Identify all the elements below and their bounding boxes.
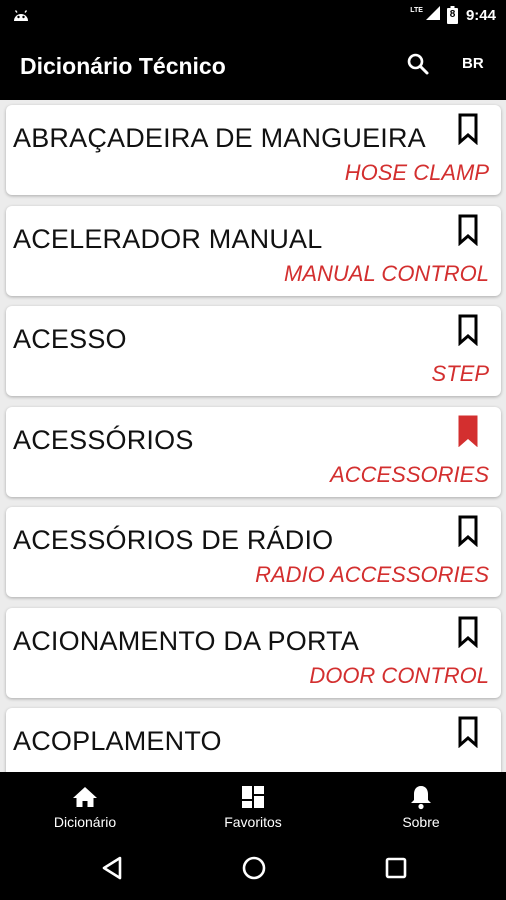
entry-term: ACOPLAMENTO	[13, 726, 222, 756]
nav-item-sobre[interactable]: Sobre	[371, 772, 471, 838]
entry-term: ACESSO	[13, 324, 127, 354]
home-circle-icon	[242, 856, 266, 885]
entry-term: ACIONAMENTO DA PORTA	[13, 625, 360, 656]
bottom-navigation: Dicionário Favoritos Sobre	[0, 772, 506, 838]
nav-label-dicionario: Dicionário	[53, 814, 117, 830]
back-triangle-icon	[101, 856, 123, 885]
entry-card[interactable]: ACESSÓRIOS DE RÁDIO RADIO ACCESSORIES	[6, 507, 501, 597]
nav-item-dicionario[interactable]: Dicionário	[35, 772, 135, 838]
bookmark-outline-icon[interactable]	[458, 214, 478, 246]
signal-icon	[425, 5, 441, 26]
nav-item-favoritos[interactable]: Favoritos	[203, 772, 303, 838]
android-icon	[12, 7, 30, 28]
home-icon	[72, 784, 98, 810]
network-type-label: LTE	[410, 6, 423, 14]
entry-term: ABRAÇADEIRA DE MANGUEIRA	[13, 123, 426, 153]
nav-label-favoritos: Favoritos	[224, 814, 282, 830]
clock: 9:44	[465, 6, 496, 24]
home-button[interactable]	[240, 856, 268, 884]
bookmark-outline-icon[interactable]	[458, 616, 478, 648]
bell-icon	[409, 784, 433, 810]
entry-translation: ACCESSORIES	[330, 461, 489, 487]
entry-translation: MANUAL CONTROL	[284, 260, 489, 286]
bookmark-filled-icon[interactable]	[458, 415, 478, 447]
bookmark-outline-icon[interactable]	[458, 515, 478, 548]
entry-card[interactable]: ACELERADOR MANUAL MANUAL CONTROL	[6, 205, 501, 296]
language-button[interactable]: BR	[462, 55, 484, 72]
dictionary-list[interactable]: ABRAÇADEIRA DE MANGUEIRA HOSE CLAMP ACELER…	[0, 100, 506, 772]
entry-card[interactable]: ACESSÓRIOS ACCESSORIES	[6, 406, 501, 497]
battery-level: 8	[449, 9, 456, 20]
bookmark-outline-icon[interactable]	[458, 113, 478, 146]
entry-translation: RADIO ACCESSORIES	[255, 562, 489, 587]
nav-label-sobre: Sobre	[402, 814, 440, 830]
entry-card[interactable]: ACOPLAMENTO	[6, 708, 501, 772]
recents-square-icon	[385, 857, 407, 884]
entry-translation: STEP	[431, 361, 489, 386]
entry-card[interactable]: ACIONAMENTO DA PORTA DOOR CONTROL	[6, 607, 501, 698]
grid-icon	[241, 784, 265, 810]
entry-translation: DOOR CONTROL	[309, 662, 489, 688]
search-button[interactable]	[402, 50, 434, 82]
recents-button[interactable]	[382, 856, 410, 884]
entry-term: ACELERADOR MANUAL	[13, 223, 323, 254]
entry-term: ACESSÓRIOS DE RÁDIO	[13, 525, 334, 555]
entry-term: ACESSÓRIOS	[13, 424, 194, 455]
status-bar: LTE 8 9:44	[0, 0, 506, 30]
bookmark-outline-icon[interactable]	[458, 716, 478, 749]
battery-icon: 8	[446, 6, 458, 24]
search-icon	[406, 52, 430, 81]
app-bar: Dicionário Técnico BR	[0, 30, 506, 100]
entry-card[interactable]: ABRAÇADEIRA DE MANGUEIRA HOSE CLAMP	[6, 105, 501, 195]
page-title: Dicionário Técnico	[20, 53, 226, 79]
back-button[interactable]	[98, 856, 126, 884]
system-navigation-bar	[0, 838, 506, 900]
bookmark-outline-icon[interactable]	[458, 314, 478, 347]
entry-translation: HOSE CLAMP	[344, 160, 489, 185]
entry-card[interactable]: ACESSO STEP	[6, 306, 501, 396]
